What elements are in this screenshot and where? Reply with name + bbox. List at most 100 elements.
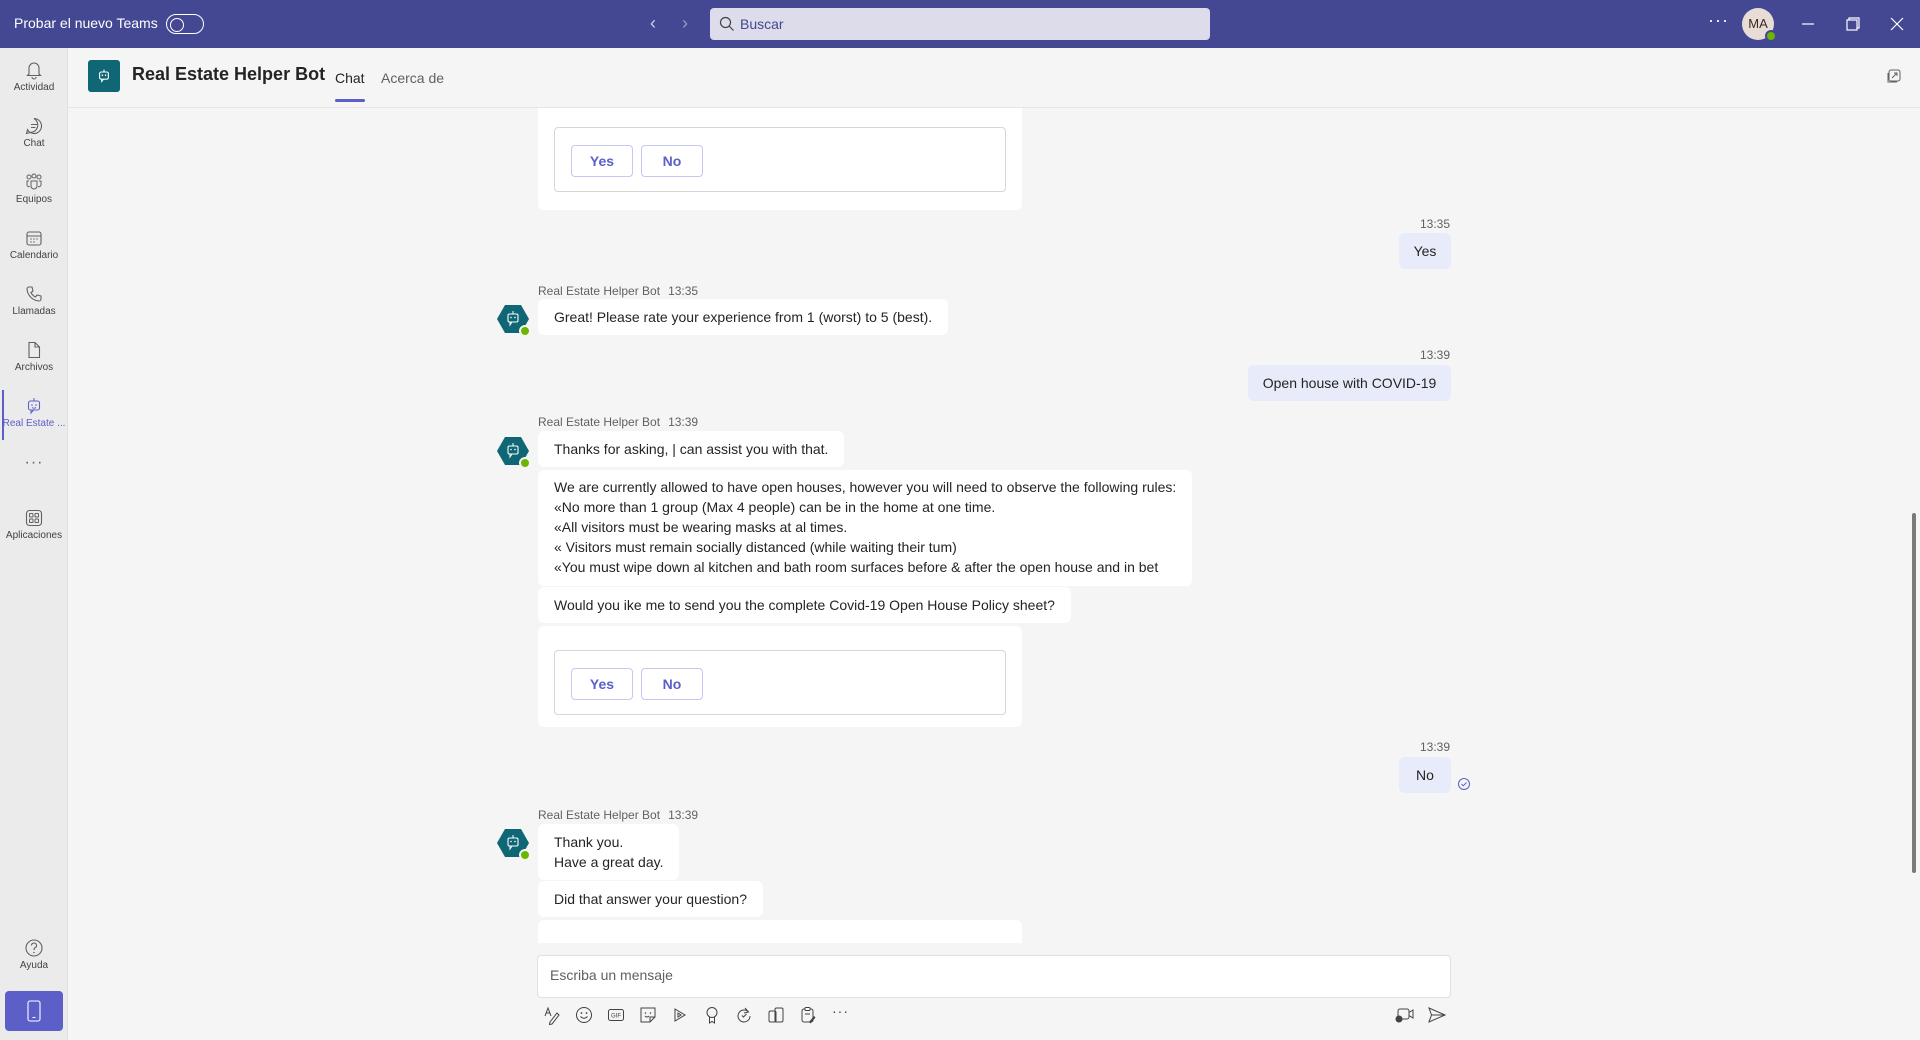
more-options-button[interactable]: ··· [1708, 10, 1729, 31]
title-bar: Probar el nuevo Teams ‹ › Buscar ··· MA [0, 0, 1920, 48]
attach-icon [768, 1007, 784, 1023]
close-icon [1890, 17, 1904, 31]
bot-icon [99, 69, 109, 83]
emoji-button[interactable] [574, 1005, 594, 1025]
card-no-button[interactable]: No [641, 145, 703, 177]
try-new-teams-toggle[interactable] [166, 14, 204, 34]
format-button[interactable] [542, 1005, 562, 1026]
page-title: Real Estate Helper Bot [132, 64, 326, 84]
forward-button[interactable]: › [682, 12, 688, 34]
bell-icon [26, 62, 42, 80]
bot-avatar[interactable] [496, 826, 531, 861]
bot-app-icon [88, 60, 120, 92]
mobile-device-icon [27, 1000, 41, 1022]
seen-status-icon [1457, 777, 1471, 796]
rail-item-teams[interactable]: Equipos [0, 164, 68, 218]
more-tools-button[interactable]: ··· [832, 1003, 849, 1019]
card-no-button[interactable]: No [641, 668, 703, 700]
restore-icon [1846, 17, 1860, 31]
message-meta: Real Estate Helper Bot 13:39 [538, 415, 698, 429]
rail-label: Llamadas [12, 306, 56, 317]
search-icon [719, 16, 734, 31]
tab-chat[interactable]: Chat [335, 70, 365, 102]
rail-item-calls[interactable]: Llamadas [0, 276, 68, 330]
bot-avatar[interactable] [496, 434, 531, 469]
close-button[interactable] [1885, 12, 1909, 36]
presence-available-icon [519, 849, 531, 861]
message-meta: Real Estate Helper Bot 13:35 [538, 284, 698, 298]
restore-button[interactable] [1841, 12, 1865, 36]
user-message: Yes [1399, 233, 1451, 269]
user-avatar[interactable]: MA [1742, 8, 1777, 42]
minimize-button[interactable] [1796, 12, 1820, 36]
user-message: No [1399, 757, 1451, 793]
svg-text:GIF: GIF [611, 1014, 621, 1020]
sticker-button[interactable] [638, 1005, 658, 1025]
message-timestamp: 13:39 [1420, 740, 1451, 754]
calendar-icon [26, 231, 42, 246]
gif-button[interactable]: GIF [606, 1005, 626, 1025]
rule-item: «No more than 1 group (Max 4 people) can… [554, 499, 996, 515]
rule-item: « Visitors must remain socially distance… [554, 539, 957, 555]
popout-button[interactable] [1886, 68, 1902, 89]
card-yes-button[interactable]: Yes [571, 145, 633, 177]
rail-label: Calendario [9, 250, 59, 261]
bot-message: Thank you. Have a great day. [538, 824, 680, 880]
presence-available-icon [519, 325, 531, 337]
rail-item-calendar[interactable]: Calendario [0, 220, 68, 274]
rail-item-activity[interactable]: Actividad [0, 52, 68, 106]
video-message-button[interactable] [1394, 1005, 1416, 1025]
minimize-icon [1802, 23, 1814, 25]
attach-button[interactable] [766, 1005, 786, 1025]
praise-button[interactable] [702, 1005, 722, 1025]
back-button[interactable]: ‹ [650, 12, 656, 34]
help-icon [25, 939, 43, 957]
adaptive-card: Yes No [538, 626, 1022, 727]
presence-available-icon [519, 457, 531, 469]
search-input[interactable]: Buscar [710, 8, 1210, 40]
teams-icon [26, 173, 42, 190]
adaptive-card [538, 920, 1022, 943]
presence-available-icon [1765, 30, 1777, 42]
rail-label: Chat [23, 138, 45, 149]
app-rail: Actividad Chat Equipos Calendario Llamad… [0, 48, 68, 1040]
approvals-button[interactable] [798, 1005, 818, 1025]
loop-button[interactable] [734, 1005, 754, 1025]
schedule-meeting-button[interactable] [670, 1005, 690, 1025]
rail-label: Equipos [15, 194, 53, 205]
message-list: Yes No 13:35 Yes Real Estate Helper Bot 1… [68, 108, 1920, 943]
send-icon [1428, 1007, 1447, 1023]
file-icon [28, 341, 41, 359]
bot-message: Thanks for asking, | can assist you with… [538, 431, 845, 467]
message-timestamp: 13:39 [668, 415, 699, 429]
card-yes-button[interactable]: Yes [571, 668, 633, 700]
bot-avatar[interactable] [496, 302, 531, 337]
rail-label: Archivos [14, 362, 54, 373]
rail-item-chat[interactable]: Chat [0, 108, 68, 162]
rail-item-apps[interactable]: Aplicaciones [0, 500, 68, 554]
download-mobile-button[interactable] [5, 991, 63, 1031]
rail-label: Real Estate ... [2, 418, 66, 429]
popout-icon [1887, 69, 1901, 83]
chat-scrollbar[interactable] [1912, 513, 1916, 873]
card-actions: Yes No [554, 650, 1006, 715]
message-timestamp: 13:35 [668, 284, 699, 298]
video-clip-icon [1395, 1008, 1414, 1023]
rail-item-help[interactable]: Ayuda [0, 930, 68, 984]
send-button[interactable] [1426, 1005, 1448, 1025]
message-input[interactable] [550, 967, 1430, 983]
rail-item-files[interactable]: Archivos [0, 332, 68, 386]
stream-icon [674, 1008, 686, 1022]
more-apps-button[interactable]: ··· [0, 454, 68, 472]
rail-label: Ayuda [19, 960, 49, 971]
bot-icon [27, 398, 41, 415]
tab-about[interactable]: Acerca de [381, 70, 444, 86]
message-composer[interactable] [537, 955, 1451, 998]
message-line: Thank you. [554, 834, 624, 850]
try-new-teams-label: Probar el nuevo Teams [14, 15, 158, 31]
rail-label: Aplicaciones [5, 530, 63, 541]
sender-name: Real Estate Helper Bot [538, 808, 661, 822]
message-timestamp: 13:39 [668, 808, 699, 822]
rail-item-real-estate-bot[interactable]: Real Estate ... [0, 388, 68, 442]
chat-icon [25, 117, 43, 135]
